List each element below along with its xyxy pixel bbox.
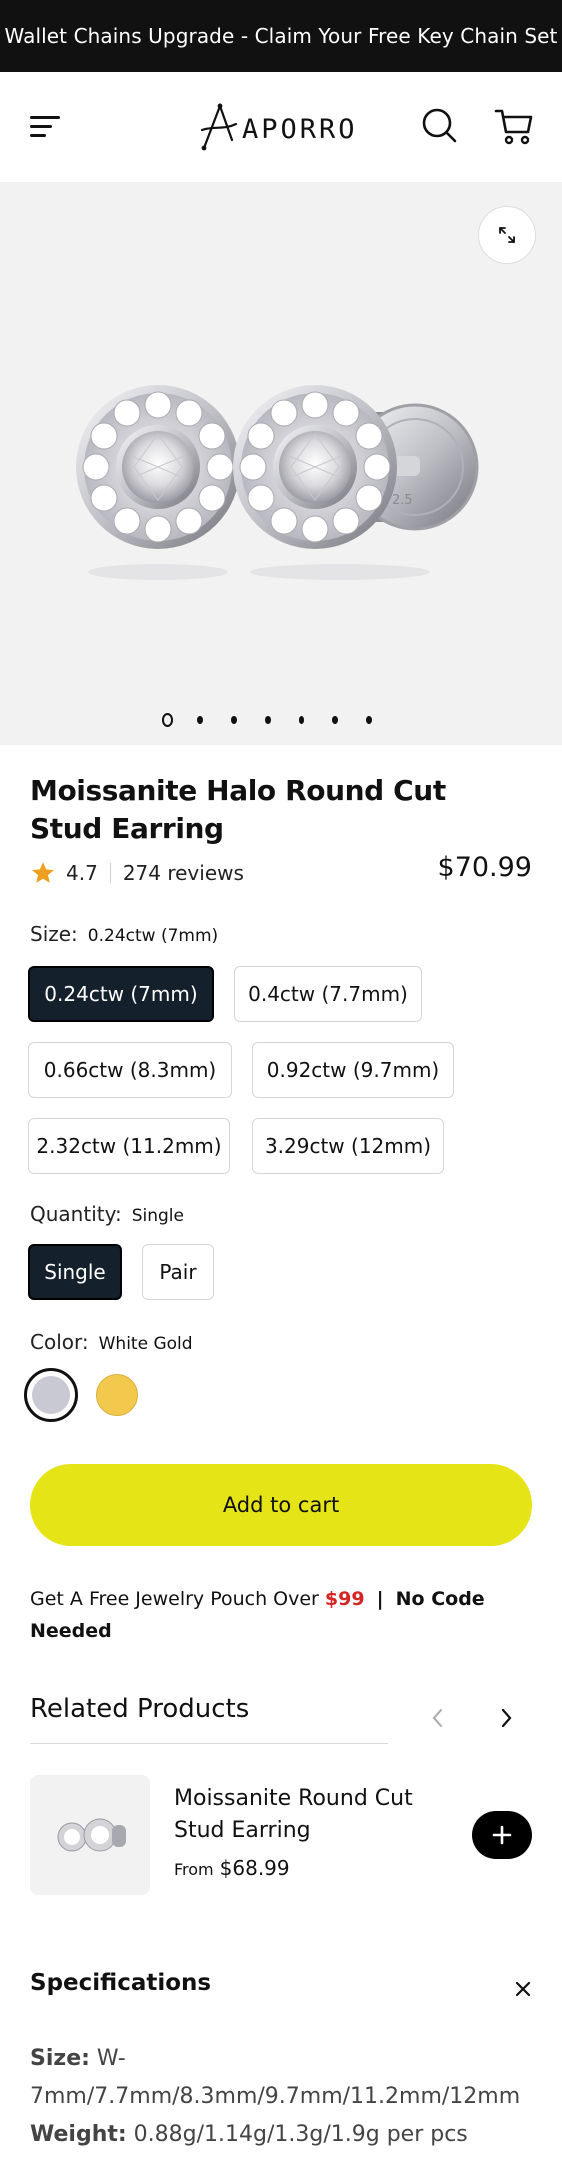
quantity-option-pair[interactable]: Pair	[142, 1244, 214, 1300]
quantity-selected-value: Single	[131, 1206, 184, 1226]
size-option-3[interactable]: 0.92ctw (9.7mm)	[252, 1042, 454, 1098]
gallery-dot[interactable]	[298, 716, 305, 724]
quantity-label: Quantity:	[30, 1202, 122, 1226]
brand-logo[interactable]: APORRO	[200, 98, 370, 154]
spec-weight-row: Weight: 0.88g/1.14g/1.3g/1.9g per pcs	[30, 2116, 530, 2154]
gallery-dot[interactable]	[366, 716, 373, 724]
product-gallery[interactable]: 2.5	[0, 182, 562, 745]
related-product-name[interactable]: Moissanite Round Cut Stud Earring	[174, 1783, 444, 1847]
svg-text:2.5: 2.5	[392, 493, 413, 508]
spec-weight-value: 0.88g/1.14g/1.3g/1.9g per pcs	[133, 2122, 468, 2147]
gallery-dot[interactable]	[231, 716, 237, 724]
gallery-dot[interactable]	[197, 716, 204, 724]
related-product-image[interactable]	[30, 1775, 150, 1895]
quantity-option-single[interactable]: Single	[28, 1244, 122, 1300]
spec-weight-key: Weight:	[30, 2122, 127, 2147]
rating-divider	[109, 863, 111, 883]
size-label-row: Size: 0.24ctw (7mm)	[30, 922, 218, 946]
size-label: Size:	[30, 922, 78, 946]
search-icon[interactable]	[420, 106, 458, 144]
hamburger-menu-icon[interactable]	[30, 112, 64, 142]
specifications-body: Size: W-7mm/7.7mm/8.3mm/9.7mm/11.2mm/12m…	[30, 2040, 530, 2154]
expand-icon[interactable]	[478, 206, 536, 264]
review-count[interactable]: 274 reviews	[123, 861, 244, 885]
site-header: APORRO	[0, 72, 562, 182]
announcement-text: Wallet Chains Upgrade - Claim Your Free …	[4, 24, 558, 48]
gallery-dot[interactable]	[332, 716, 339, 724]
product-rating[interactable]: 4.7 274 reviews	[30, 858, 244, 888]
plus-icon	[492, 1825, 512, 1845]
color-label: Color:	[30, 1330, 89, 1354]
gallery-dot[interactable]	[264, 716, 271, 724]
color-label-row: Color: White Gold	[30, 1330, 193, 1354]
gallery-pagination	[160, 710, 400, 730]
spec-size-row: Size: W-7mm/7.7mm/8.3mm/9.7mm/11.2mm/12m…	[30, 2040, 530, 2116]
related-products-title: Related Products	[30, 1694, 250, 1724]
size-option-1[interactable]: 0.4ctw (7.7mm)	[234, 966, 422, 1022]
spec-size-value: W-7mm/7.7mm/8.3mm/9.7mm/11.2mm/12mm	[30, 2046, 521, 2109]
promo-message: Get A Free Jewelry Pouch Over $99 | No C…	[30, 1583, 510, 1647]
star-icon	[32, 862, 54, 883]
size-option-5[interactable]: 3.29ctw (12mm)	[252, 1118, 444, 1174]
add-to-cart-button[interactable]: Add to cart	[30, 1464, 532, 1546]
size-option-2[interactable]: 0.66ctw (8.3mm)	[28, 1042, 232, 1098]
swatch-white-gold[interactable]	[24, 1368, 78, 1422]
size-selected-value: 0.24ctw (7mm)	[87, 926, 219, 946]
chevron-right-icon[interactable]	[488, 1700, 524, 1736]
price-from-label: From	[174, 1860, 214, 1879]
color-selected-value: White Gold	[98, 1334, 193, 1354]
cart-icon[interactable]	[494, 106, 534, 146]
related-product-price: $68.99	[219, 1856, 290, 1880]
promo-amount: $99	[324, 1588, 365, 1610]
logo-text: APORRO	[242, 113, 358, 145]
gallery-dot-active[interactable]	[162, 713, 174, 727]
chevron-left-icon[interactable]	[420, 1700, 456, 1736]
close-icon[interactable]	[508, 1974, 538, 2004]
swatch-yellow-gold[interactable]	[96, 1374, 138, 1416]
add-related-product-button[interactable]	[472, 1811, 532, 1859]
product-title: Moissanite Halo Round Cut Stud Earring	[30, 774, 446, 845]
promo-divider: |	[376, 1588, 384, 1610]
promo-text: Get A Free Jewelry Pouch Over	[30, 1588, 319, 1610]
announcement-bar[interactable]: Wallet Chains Upgrade - Claim Your Free …	[0, 0, 562, 72]
rating-value: 4.7	[66, 861, 98, 885]
product-price: $70.99	[437, 852, 532, 883]
quantity-label-row: Quantity: Single	[30, 1202, 184, 1226]
product-image: 2.5	[76, 385, 479, 580]
logo-mark-icon	[200, 102, 238, 151]
spec-size-key: Size:	[30, 2046, 90, 2071]
size-option-0[interactable]: 0.24ctw (7mm)	[28, 966, 214, 1022]
related-divider	[30, 1743, 388, 1744]
related-product-price-row: From $68.99	[174, 1856, 290, 1880]
size-option-4[interactable]: 2.32ctw (11.2mm)	[28, 1118, 230, 1174]
specifications-title[interactable]: Specifications	[30, 1970, 211, 1996]
